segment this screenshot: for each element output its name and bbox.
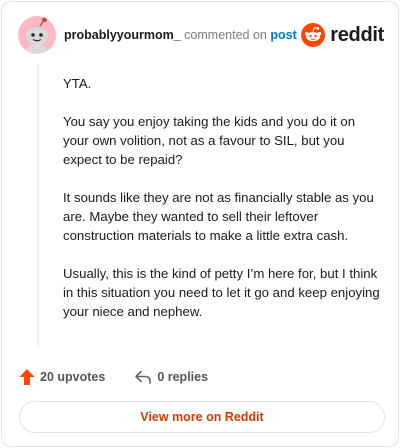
post-link[interactable]: post (270, 28, 296, 42)
upvote-arrow-icon (19, 369, 35, 385)
comment-meta: probablyyourmom_ commented on post (64, 28, 297, 42)
replies-count: 0 replies (157, 370, 209, 384)
reply-arrow-icon (135, 370, 152, 384)
comment-paragraph: YTA. (63, 76, 92, 91)
comment-body: YTA. You say you enjoy taking the kids a… (63, 74, 381, 340)
upvote-button[interactable]: 20 upvotes (19, 368, 105, 386)
reddit-wordmark: reddit (330, 23, 384, 46)
commented-on-text: commented on (184, 28, 267, 42)
comment-header: probablyyourmom_ commented on post reddi… (18, 16, 384, 54)
embedded-comment-card: probablyyourmom_ commented on post reddi… (1, 1, 399, 447)
thread-line (37, 64, 39, 346)
replies-button[interactable]: 0 replies (134, 369, 208, 385)
comment-paragraph: You say you enjoy taking the kids and yo… (63, 114, 356, 167)
comment-paragraph: It sounds like they are not as financial… (63, 190, 374, 243)
comment-actions: 20 upvotes 0 replies (19, 367, 208, 387)
view-more-button[interactable]: View more on Reddit (19, 401, 385, 433)
user-avatar[interactable] (18, 16, 56, 54)
reddit-logo-icon (301, 23, 326, 47)
upvotes-count: 20 upvotes (40, 370, 106, 384)
snoo-avatar-icon (26, 17, 48, 54)
username-link[interactable]: probablyyourmom_ (64, 28, 181, 42)
reddit-brand[interactable]: reddit (301, 22, 384, 48)
comment-paragraph: Usually, this is the kind of petty I’m h… (63, 266, 380, 319)
